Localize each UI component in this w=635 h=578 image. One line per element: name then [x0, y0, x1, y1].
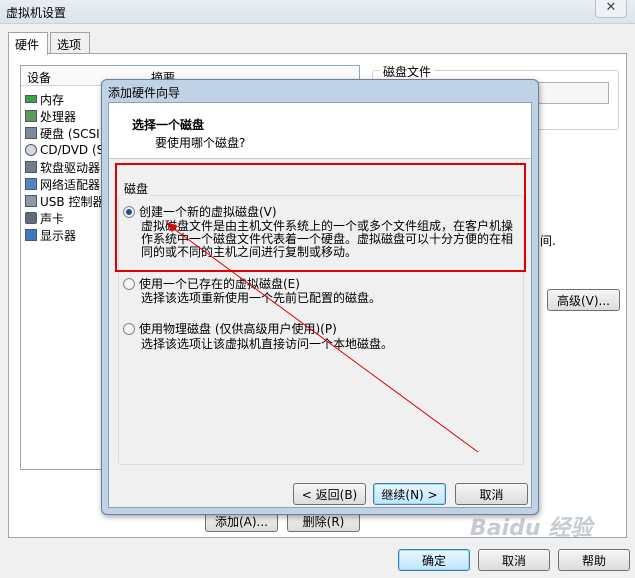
device-label: 软盘驱动器	[40, 160, 101, 175]
tab-hardware[interactable]: 硬件	[8, 32, 48, 55]
option-label: 使用物理磁盘 (仅供高级用户使用)(P)	[139, 322, 337, 336]
radio-icon[interactable]	[123, 322, 135, 335]
advanced-button[interactable]: 高级(V)...	[547, 289, 620, 311]
window-title: 虚拟机设置	[6, 6, 67, 20]
device-item-display[interactable]: 显示器	[25, 227, 76, 243]
desc-line: 选择该选项重新使用一个先前已配置的磁盘。	[141, 291, 382, 305]
wizard-title: 添加硬件向导	[108, 86, 181, 100]
wizard-step-subtitle: 要使用哪个磁盘?	[155, 136, 246, 150]
memory-icon	[25, 95, 37, 103]
floppy-icon	[25, 161, 37, 173]
column-device[interactable]: 设备	[27, 69, 51, 86]
annotation-highlight-box	[115, 163, 526, 272]
wizard-cancel-button[interactable]: 取消	[455, 483, 528, 505]
option-use-existing-disk[interactable]: 使用一个已存在的虚拟磁盘(E)	[123, 275, 300, 292]
tab-options[interactable]: 选项	[50, 32, 90, 54]
disk-file-label: 磁盘文件	[380, 63, 435, 80]
help-button[interactable]: 帮助	[558, 549, 630, 571]
cdrom-icon	[25, 144, 37, 156]
sound-icon	[25, 212, 37, 224]
title-bar: 虚拟机设置 ✕	[0, 0, 635, 24]
desc-line: 选择该选项让该虚拟机直接访问一个本地磁盘。	[141, 337, 394, 351]
display-icon	[25, 229, 37, 241]
device-item-processor[interactable]: 处理器	[25, 108, 76, 124]
next-button[interactable]: 继续(N) >	[373, 483, 446, 505]
device-item-memory[interactable]: 内存	[25, 91, 64, 107]
option-description: 选择该选项让该虚拟机直接访问一个本地磁盘。	[141, 338, 393, 351]
device-label: 网络适配器	[40, 177, 101, 192]
summary-text-fragment: 间.	[540, 234, 556, 248]
device-label: 硬盘 (SCSI)	[40, 126, 105, 141]
add-hardware-wizard: 添加硬件向导 选择一个磁盘 要使用哪个磁盘? 磁盘 创建一个新的虚拟磁盘(V) …	[101, 79, 539, 515]
close-button[interactable]: ✕	[595, 0, 627, 18]
network-icon	[25, 178, 37, 190]
radio-icon[interactable]	[123, 277, 135, 290]
option-use-physical-disk[interactable]: 使用物理磁盘 (仅供高级用户使用)(P)	[123, 320, 337, 337]
device-item-network[interactable]: 网络适配器	[25, 176, 100, 192]
wizard-header: 选择一个磁盘 要使用哪个磁盘?	[109, 103, 531, 159]
device-label: 处理器	[40, 109, 77, 124]
device-label: USB 控制器	[40, 194, 105, 209]
usb-icon	[25, 195, 37, 207]
watermark: Baidu 经验	[470, 516, 593, 541]
device-label: 内存	[40, 92, 65, 107]
cancel-button[interactable]: 取消	[478, 549, 550, 571]
device-item-sound[interactable]: 声卡	[25, 210, 64, 226]
option-description: 选择该选项重新使用一个先前已配置的磁盘。	[141, 292, 381, 305]
wizard-step-title: 选择一个磁盘	[132, 118, 205, 132]
device-item-floppy[interactable]: 软盘驱动器	[25, 159, 100, 175]
device-item-harddisk[interactable]: 硬盘 (SCSI)	[25, 125, 104, 141]
back-button[interactable]: < 返回(B)	[293, 483, 366, 505]
harddisk-icon	[25, 127, 37, 139]
device-label: 显示器	[40, 228, 77, 243]
device-label: 声卡	[40, 211, 65, 226]
option-label: 使用一个已存在的虚拟磁盘(E)	[139, 277, 300, 291]
processor-icon	[25, 110, 37, 122]
ok-button[interactable]: 确定	[398, 549, 470, 571]
device-item-cdrom[interactable]: CD/DVD (SC	[25, 142, 113, 158]
device-item-usb[interactable]: USB 控制器	[25, 193, 104, 209]
